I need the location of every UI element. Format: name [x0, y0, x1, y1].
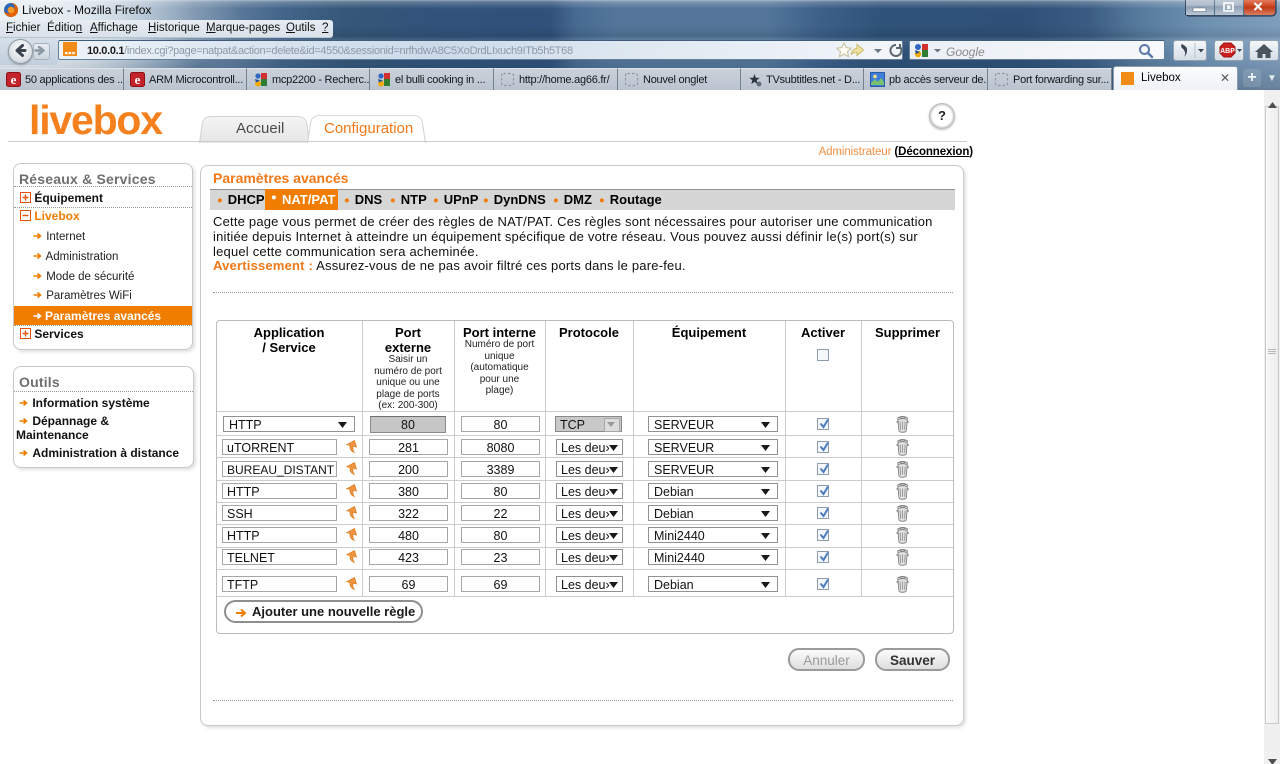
- svg-text:e: e: [135, 72, 141, 87]
- svg-text:e: e: [11, 72, 17, 87]
- svg-text:ABP: ABP: [1220, 48, 1235, 55]
